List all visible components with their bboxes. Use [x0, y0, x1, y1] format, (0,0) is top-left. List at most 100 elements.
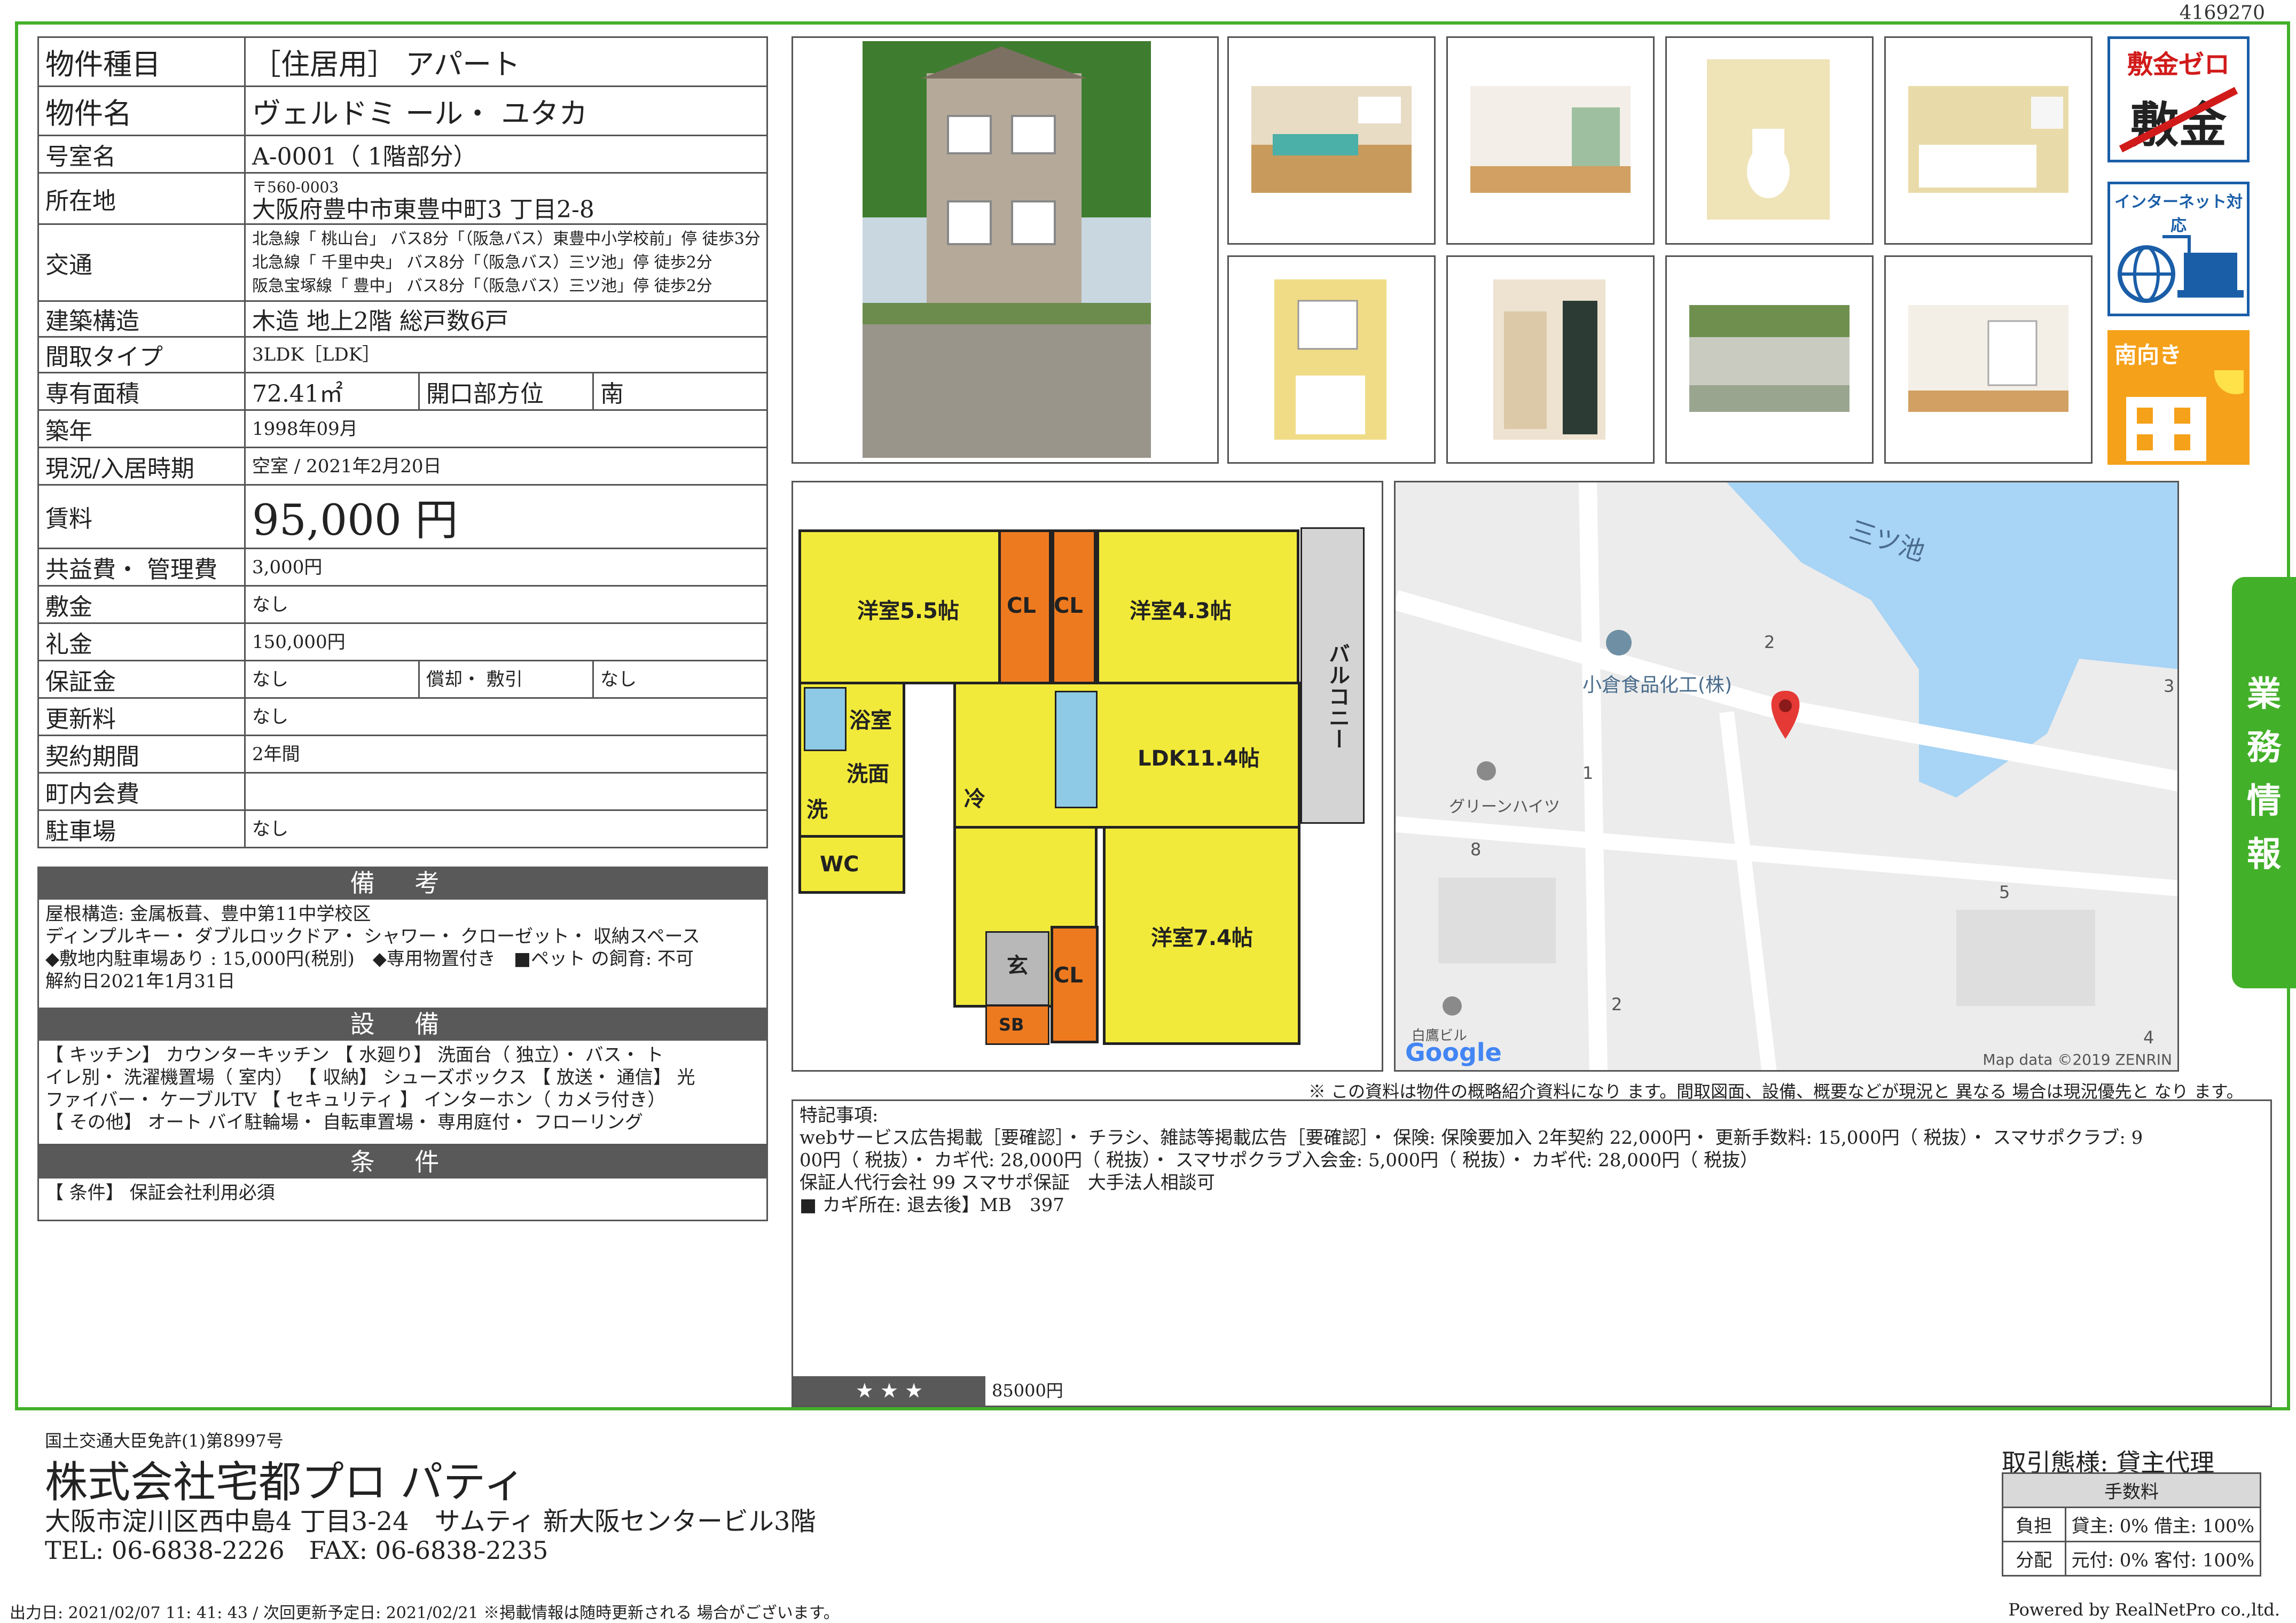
business-info-tab[interactable]: 業 務 情 報	[2232, 577, 2296, 988]
washroom-label: 洗面	[847, 762, 889, 786]
special-notes-line: 保証人代行会社 99 スマサポ保証 大手法人相談可	[800, 1172, 1215, 1193]
special-notes-line: ■ カギ所在: 退去後】MB 397	[800, 1195, 1064, 1216]
transport-line: 阪急宝塚線「 豊中」 バス8分「（阪急バス）三ツ池」停 徒歩2分	[252, 276, 712, 295]
closet-3-label: CL	[1054, 963, 1083, 988]
status-value: 空室 / 2021年2月20日	[244, 447, 768, 486]
deposit-label: 敷金	[37, 585, 246, 624]
structure-label: 建築構造	[37, 300, 246, 338]
special-notes-line: 00円（ 税抜）・ カギ代: 28,000円（ 税抜）・ スマサポクラブ入会金:…	[800, 1150, 1758, 1171]
status-label: 現況/入居時期	[37, 447, 246, 486]
toilet-image	[1707, 59, 1830, 220]
contract-label: 契約期間	[37, 735, 246, 774]
entrance-label: 玄	[1007, 954, 1028, 978]
rating-stars: ★ ★ ★	[793, 1376, 985, 1406]
footer-powered-by: Powered by RealNetPro co.,ltd.	[2008, 1599, 2280, 1620]
shoebox-label: SB	[999, 1015, 1024, 1035]
building-exterior-image	[863, 41, 1151, 458]
common-fee-value: 3,000円	[244, 548, 768, 587]
special-notes: 特記事項: webサービス広告掲載［要確認］・ チラシ、雑誌等掲載広告［要確認］…	[792, 1099, 2272, 1407]
town-fee-label: 町内会費	[37, 772, 246, 811]
area-label: 専有面積	[37, 372, 246, 411]
parking-label: 駐車場	[37, 809, 246, 848]
map-poi-2: グリーンハイツ	[1449, 798, 1560, 816]
tab-char: 業	[2247, 675, 2281, 714]
map-number: 1	[1582, 763, 1594, 783]
balcony-label: バルコニー	[1325, 643, 1350, 750]
living-room-photo[interactable]	[1446, 36, 1655, 245]
special-notes-title: 特記事項:	[800, 1105, 879, 1126]
kitchen-counter	[1055, 691, 1098, 808]
entrance-photo[interactable]	[1446, 255, 1655, 464]
living-room-image	[1470, 86, 1631, 193]
remarks-header: 備 考	[37, 867, 768, 900]
room-ldk-label: LDK11.4帖	[1138, 746, 1260, 771]
amortization-label: 償却・ 敷引	[418, 660, 594, 699]
name-value: ヴェルドミ ール・ ユタカ	[244, 85, 768, 136]
transport-label: 交通	[37, 223, 246, 302]
renewal-label: 更新料	[37, 697, 246, 736]
layout-label: 間取タイプ	[37, 336, 246, 373]
split-value: 元付: 0% 客付: 100%	[2064, 1541, 2262, 1577]
built-value: 1998年09月	[244, 409, 768, 448]
type-value: ［住居用］ アパート	[244, 36, 768, 87]
key-money-value: 150,000円	[244, 622, 768, 661]
map-number: 3	[2164, 676, 2175, 696]
bathroom-photo[interactable]	[1884, 36, 2093, 245]
room-label: 号室名	[37, 135, 246, 174]
address-value: 大阪府豊中市東豊中町3 丁目2-8	[252, 196, 594, 223]
room-western-5-5-label: 洋室5.5帖	[857, 599, 959, 623]
kitchen-image	[1251, 86, 1412, 193]
direction-label: 開口部方位	[418, 372, 594, 411]
garden-photo[interactable]	[1665, 255, 1874, 464]
bedroom-photo[interactable]	[1884, 255, 2093, 464]
rent-value: 95,000 円	[244, 484, 768, 549]
equipment-header: 設 備	[37, 1008, 768, 1041]
tab-char: 情	[2247, 782, 2281, 821]
exterior-photo[interactable]	[792, 36, 1219, 464]
map-number: 4	[2143, 1027, 2154, 1048]
garden-image	[1689, 305, 1850, 412]
map-number: 2	[1611, 994, 1623, 1015]
transport-line: 北急線「 千里中央」 バス8分「（阪急バス）三ツ池」停 徒歩2分	[252, 253, 712, 272]
bathtub	[804, 687, 847, 751]
map-number: 8	[1470, 839, 1482, 860]
built-label: 築年	[37, 409, 246, 448]
map-number: 2	[1764, 632, 1775, 652]
split-label: 分配	[2002, 1541, 2066, 1577]
bathroom-image	[1908, 86, 2068, 193]
no-deposit-badge: 敷金ゼロ 敷金	[2107, 36, 2250, 162]
contract-value: 2年間	[244, 735, 768, 774]
internet-badge: インターネット対応	[2107, 182, 2250, 316]
floor-plan: 洋室5.5帖 CL CL 洋室4.3帖 バルコニー LDK11.4帖 冷 浴室 …	[792, 481, 1383, 1072]
key-money-label: 礼金	[37, 622, 246, 661]
badge-no-deposit-title: 敷金ゼロ	[2127, 50, 2230, 80]
structure-value: 木造 地上2階 総戸数6戸	[244, 300, 768, 338]
postal-code: 〒560-0003	[252, 178, 339, 196]
map-image	[1396, 482, 2177, 1070]
rent-label: 賃料	[37, 484, 246, 549]
fee-table: 手数料 負担 貸主: 0% 借主: 100% 分配 元付: 0% 客付: 100%	[2002, 1472, 2262, 1577]
parking-value: なし	[244, 809, 768, 848]
bath-label: 浴室	[849, 708, 892, 733]
closet-2-label: CL	[1054, 594, 1083, 618]
address-label: 所在地	[37, 172, 246, 225]
conditions-header: 条 件	[37, 1145, 768, 1179]
toilet-photo[interactable]	[1665, 36, 1874, 245]
wc-label: WC	[820, 852, 859, 877]
globe-laptop-icon	[2118, 235, 2244, 303]
rating-row: ★ ★ ★ 85000円	[792, 1376, 2272, 1407]
type-label: 物件種目	[37, 36, 246, 87]
washroom-image	[1274, 279, 1386, 440]
sun-building-icon	[2126, 370, 2244, 461]
location-map[interactable]: 三ツ池 小倉食品化工(株) グリーンハイツ 白鷹ビル 2 1 3 8 5 2 4…	[1394, 481, 2179, 1072]
company-phone: TEL: 06-6838-2226 FAX: 06-6838-2235	[45, 1536, 548, 1565]
map-poi-1: 小倉食品化工(株)	[1582, 674, 1733, 696]
kitchen-photo[interactable]	[1227, 36, 1436, 245]
laundry-label: 洗	[806, 798, 828, 822]
common-fee-label: 共益費・ 管理費	[37, 548, 246, 587]
rating-value: 85000円	[992, 1380, 1063, 1401]
badge-south-title: 南向き	[2114, 342, 2182, 368]
map-number: 5	[1999, 882, 2010, 902]
washroom-photo[interactable]	[1227, 255, 1436, 464]
map-credit: Map data ©2019 ZENRIN	[1982, 1051, 2172, 1068]
